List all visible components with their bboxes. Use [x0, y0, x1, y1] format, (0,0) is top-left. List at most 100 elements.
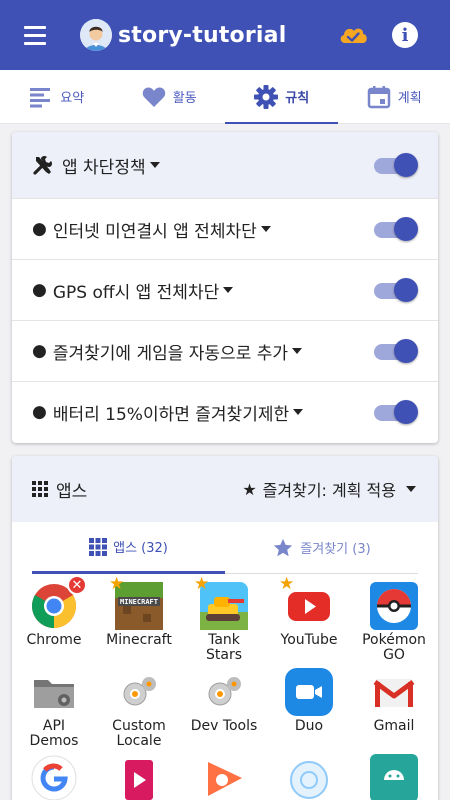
duo-icon	[285, 668, 333, 716]
app-item-google[interactable]	[12, 754, 96, 800]
custom-locale-icon	[115, 668, 163, 716]
heart-icon	[142, 87, 166, 107]
app-item-api-demos[interactable]: API Demos	[12, 668, 96, 749]
avatar[interactable]	[80, 19, 112, 51]
app-title: story-tutorial	[118, 22, 287, 48]
bullet-icon: ●	[32, 219, 47, 239]
chevron-down-icon[interactable]	[149, 162, 160, 168]
apps-title: 앱스	[56, 481, 88, 502]
chrome-icon: ✕	[30, 575, 87, 630]
bullet-icon: ●	[32, 341, 47, 361]
rule-label[interactable]: 배터리 15%이하면 즐겨찾기제한	[53, 400, 289, 425]
app-bar: story-tutorial i	[0, 0, 450, 70]
app-item-custom-locale[interactable]: Custom Locale	[97, 668, 181, 749]
rule-row: ● GPS off시 앱 전체차단	[12, 259, 438, 320]
chevron-down-icon[interactable]	[293, 409, 304, 415]
menu-icon[interactable]	[24, 19, 56, 51]
app-name: Chrome	[26, 632, 82, 648]
app-name: Custom Locale	[112, 718, 166, 749]
app-name: Dev Tools	[190, 718, 258, 734]
android-app-icon	[370, 754, 418, 800]
rule-toggle[interactable]	[372, 338, 418, 364]
policy-header: 앱 차단정책	[12, 132, 438, 198]
app-item-pokemon-go[interactable]: Pokémon GO	[352, 582, 436, 663]
grid-icon	[89, 537, 108, 556]
calendar-icon	[367, 85, 391, 108]
bullet-icon: ●	[32, 280, 47, 300]
app-item-play-music[interactable]	[182, 754, 266, 800]
summary-icon	[30, 87, 51, 107]
subtab-favorites-label: 즐겨찾기 (3)	[300, 542, 371, 557]
app-item-chrome[interactable]: ✕ Chrome	[12, 575, 96, 648]
rule-row: ● 배터리 15%이하면 즐겨찾기제한	[12, 381, 438, 442]
pokemon-go-icon	[370, 582, 418, 630]
tab-rules[interactable]: 규칙	[225, 70, 338, 124]
favorite-star-icon: ★	[194, 574, 210, 594]
minecraft-icon: MINECRAFT ★	[109, 576, 163, 630]
chevron-down-icon[interactable]	[292, 348, 303, 354]
favorite-star-icon: ★	[109, 574, 125, 594]
policy-master-toggle[interactable]	[372, 152, 418, 178]
star-icon	[274, 538, 293, 556]
app-name: Tank Stars	[205, 632, 242, 663]
tab-plan[interactable]: 계획	[338, 70, 450, 123]
tab-summary[interactable]: 요약	[0, 70, 113, 123]
apps-subtabs: 앱스 (32) 즐겨찾기 (3)	[32, 522, 418, 574]
rule-toggle[interactable]	[372, 216, 418, 242]
rule-row: ● 인터넷 미연결시 앱 전체차단	[12, 198, 438, 259]
cloud-sync-icon[interactable]	[336, 18, 370, 52]
rule-toggle[interactable]	[372, 399, 418, 425]
chevron-down-icon[interactable]	[260, 226, 271, 232]
tank-stars-icon: ★	[194, 576, 248, 630]
google-icon	[30, 754, 78, 800]
remove-badge-icon[interactable]: ✕	[67, 575, 87, 595]
rule-label[interactable]: 즐겨찾기에 게임을 자동으로 추가	[53, 339, 288, 364]
app-name: YouTube	[280, 632, 338, 648]
tab-summary-label: 요약	[60, 91, 85, 106]
app-item-tank-stars[interactable]: ★ Tank Stars	[182, 576, 266, 663]
app-item-gmail[interactable]: Gmail	[352, 668, 436, 734]
play-music-icon	[200, 754, 248, 800]
app-item-webview-shell[interactable]	[267, 754, 351, 800]
subtab-favorites[interactable]: 즐겨찾기 (3)	[225, 522, 418, 574]
rule-label[interactable]: 인터넷 미연결시 앱 전체차단	[53, 217, 257, 242]
info-icon[interactable]: i	[392, 22, 418, 48]
favorites-schedule-dropdown[interactable]: ★ 즐겨찾기: 계획 적용	[242, 477, 416, 501]
star-icon: ★	[242, 479, 257, 499]
app-item-youtube[interactable]: ★ YouTube	[267, 576, 351, 648]
dev-tools-icon	[200, 668, 248, 716]
tab-rules-label: 규칙	[285, 91, 310, 106]
rule-row: ● 즐겨찾기에 게임을 자동으로 추가	[12, 320, 438, 381]
app-name: Duo	[294, 718, 324, 734]
app-item-minecraft[interactable]: MINECRAFT ★ Minecraft	[97, 576, 181, 648]
tools-icon	[33, 155, 53, 175]
app-name: API Demos	[29, 718, 79, 749]
app-item-play-movies[interactable]	[97, 754, 181, 800]
favorites-selector-label: 즐겨찾기: 계획 적용	[262, 481, 396, 500]
app-item-dev-tools[interactable]: Dev Tools	[182, 668, 266, 734]
main-tabs: 요약 활동 규칙 계획	[0, 70, 450, 124]
svg-text:MINECRAFT: MINECRAFT	[120, 598, 158, 606]
favorite-star-icon: ★	[279, 574, 295, 594]
rule-label[interactable]: GPS off시 앱 전체차단	[53, 278, 219, 303]
subtab-all-apps-label: 앱스 (32)	[113, 541, 168, 556]
app-item-duo[interactable]: Duo	[267, 668, 351, 734]
apps-card: 앱스 ★ 즐겨찾기: 계획 적용 앱스 (32) 즐겨찾기 (3) ✕ Chro…	[12, 456, 438, 800]
chevron-down-icon[interactable]	[223, 287, 234, 293]
tab-plan-label: 계획	[397, 91, 422, 106]
rule-toggle[interactable]	[372, 277, 418, 303]
policy-title[interactable]: 앱 차단정책	[62, 153, 146, 178]
youtube-icon: ★	[279, 576, 333, 630]
block-policy-card: 앱 차단정책 ● 인터넷 미연결시 앱 전체차단 ● GPS off시 앱 전체…	[12, 132, 438, 443]
subtab-all-apps[interactable]: 앱스 (32)	[32, 522, 225, 574]
app-item-android-app[interactable]	[352, 754, 436, 800]
webview-shell-icon	[285, 754, 333, 800]
tab-activity[interactable]: 활동	[113, 70, 226, 123]
chevron-down-icon	[406, 486, 416, 492]
api-demos-icon	[30, 668, 78, 716]
gmail-icon	[370, 668, 418, 716]
tab-activity-label: 활동	[172, 91, 197, 106]
app-name: Pokémon GO	[362, 632, 426, 663]
bullet-icon: ●	[32, 402, 47, 422]
app-name: Minecraft	[106, 632, 172, 648]
